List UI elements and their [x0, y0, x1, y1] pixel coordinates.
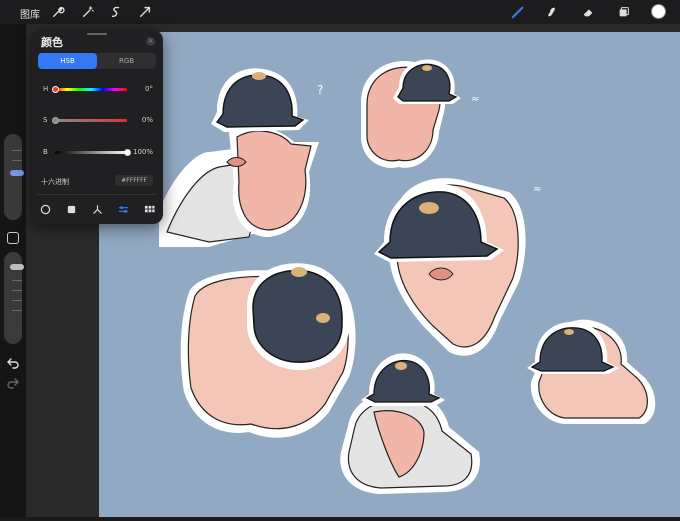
palette-grid-icon[interactable]	[142, 202, 156, 216]
hex-input[interactable]: #FFFFFF	[115, 175, 153, 186]
eraser-icon[interactable]	[580, 4, 596, 20]
top-toolbar: 图库	[0, 0, 680, 24]
left-sidebar	[0, 24, 26, 517]
harmony-icon[interactable]	[90, 202, 104, 216]
divider	[37, 194, 157, 195]
saturation-slider[interactable]	[55, 119, 127, 122]
panel-title: 颜色	[41, 36, 63, 49]
brightness-knob[interactable]	[124, 149, 131, 156]
hex-row: 十六进制 #FFFFFF	[37, 174, 157, 190]
classic-square-icon[interactable]	[64, 202, 78, 216]
brush-size-slider[interactable]	[4, 134, 24, 220]
brush-icon[interactable]	[510, 4, 526, 20]
hex-label: 十六进制	[41, 178, 69, 186]
saturation-label: S	[43, 116, 48, 124]
pig-hug-sticker	[340, 353, 480, 494]
current-color-swatch[interactable]	[651, 4, 666, 19]
brightness-value: 100%	[132, 148, 153, 156]
wrench-icon[interactable]	[50, 4, 66, 20]
saturation-knob[interactable]	[52, 117, 59, 124]
brightness-slider[interactable]	[55, 151, 127, 154]
pig-side-small-sticker	[527, 319, 656, 424]
svg-text:≈: ≈	[471, 94, 479, 105]
undo-icon[interactable]	[6, 354, 20, 369]
transform-arrow-icon[interactable]	[137, 4, 153, 20]
gallery-button[interactable]: 图库	[20, 6, 40, 21]
brush-opacity-slider[interactable]	[4, 252, 24, 344]
color-panel: 颜色 × HSB RGB H 0° S 0% B 100% 十六进制 #FFFF…	[31, 30, 163, 224]
pig-back-view-sticker	[180, 263, 356, 438]
hue-slider[interactable]	[55, 88, 127, 91]
svg-text:≈: ≈	[533, 184, 541, 195]
selection-icon[interactable]	[108, 4, 124, 20]
tab-rgb[interactable]: RGB	[97, 53, 156, 69]
brush-size-knob[interactable]	[10, 170, 24, 176]
layers-icon[interactable]	[616, 4, 632, 20]
artwork: ? ≈ ≈	[159, 59, 656, 494]
disc-icon[interactable]	[38, 202, 52, 216]
panel-drag-handle[interactable]	[87, 33, 107, 35]
brush-opacity-knob[interactable]	[10, 264, 24, 270]
brightness-label: B	[43, 148, 48, 156]
hue-value: 0°	[145, 85, 153, 93]
value-sliders-icon[interactable]	[116, 202, 130, 216]
eyedropper-square-button[interactable]	[7, 232, 19, 244]
redo-icon[interactable]	[6, 374, 20, 389]
smudge-icon[interactable]	[544, 4, 560, 20]
color-mode-tabs: HSB RGB	[38, 53, 156, 69]
svg-text:?: ?	[317, 83, 323, 97]
close-icon[interactable]: ×	[146, 37, 155, 46]
drawing-canvas[interactable]: ? ≈ ≈	[99, 32, 680, 517]
pig-helmet-front-sticker: ≈	[374, 178, 541, 356]
pig-sleeping-sticker: ≈	[361, 59, 479, 168]
tab-hsb[interactable]: HSB	[38, 53, 97, 69]
hue-label: H	[43, 85, 49, 93]
magic-wand-icon[interactable]	[80, 4, 96, 20]
pig-held-sticker: ?	[159, 68, 323, 247]
hue-knob[interactable]	[52, 86, 59, 93]
saturation-value: 0%	[141, 116, 153, 124]
